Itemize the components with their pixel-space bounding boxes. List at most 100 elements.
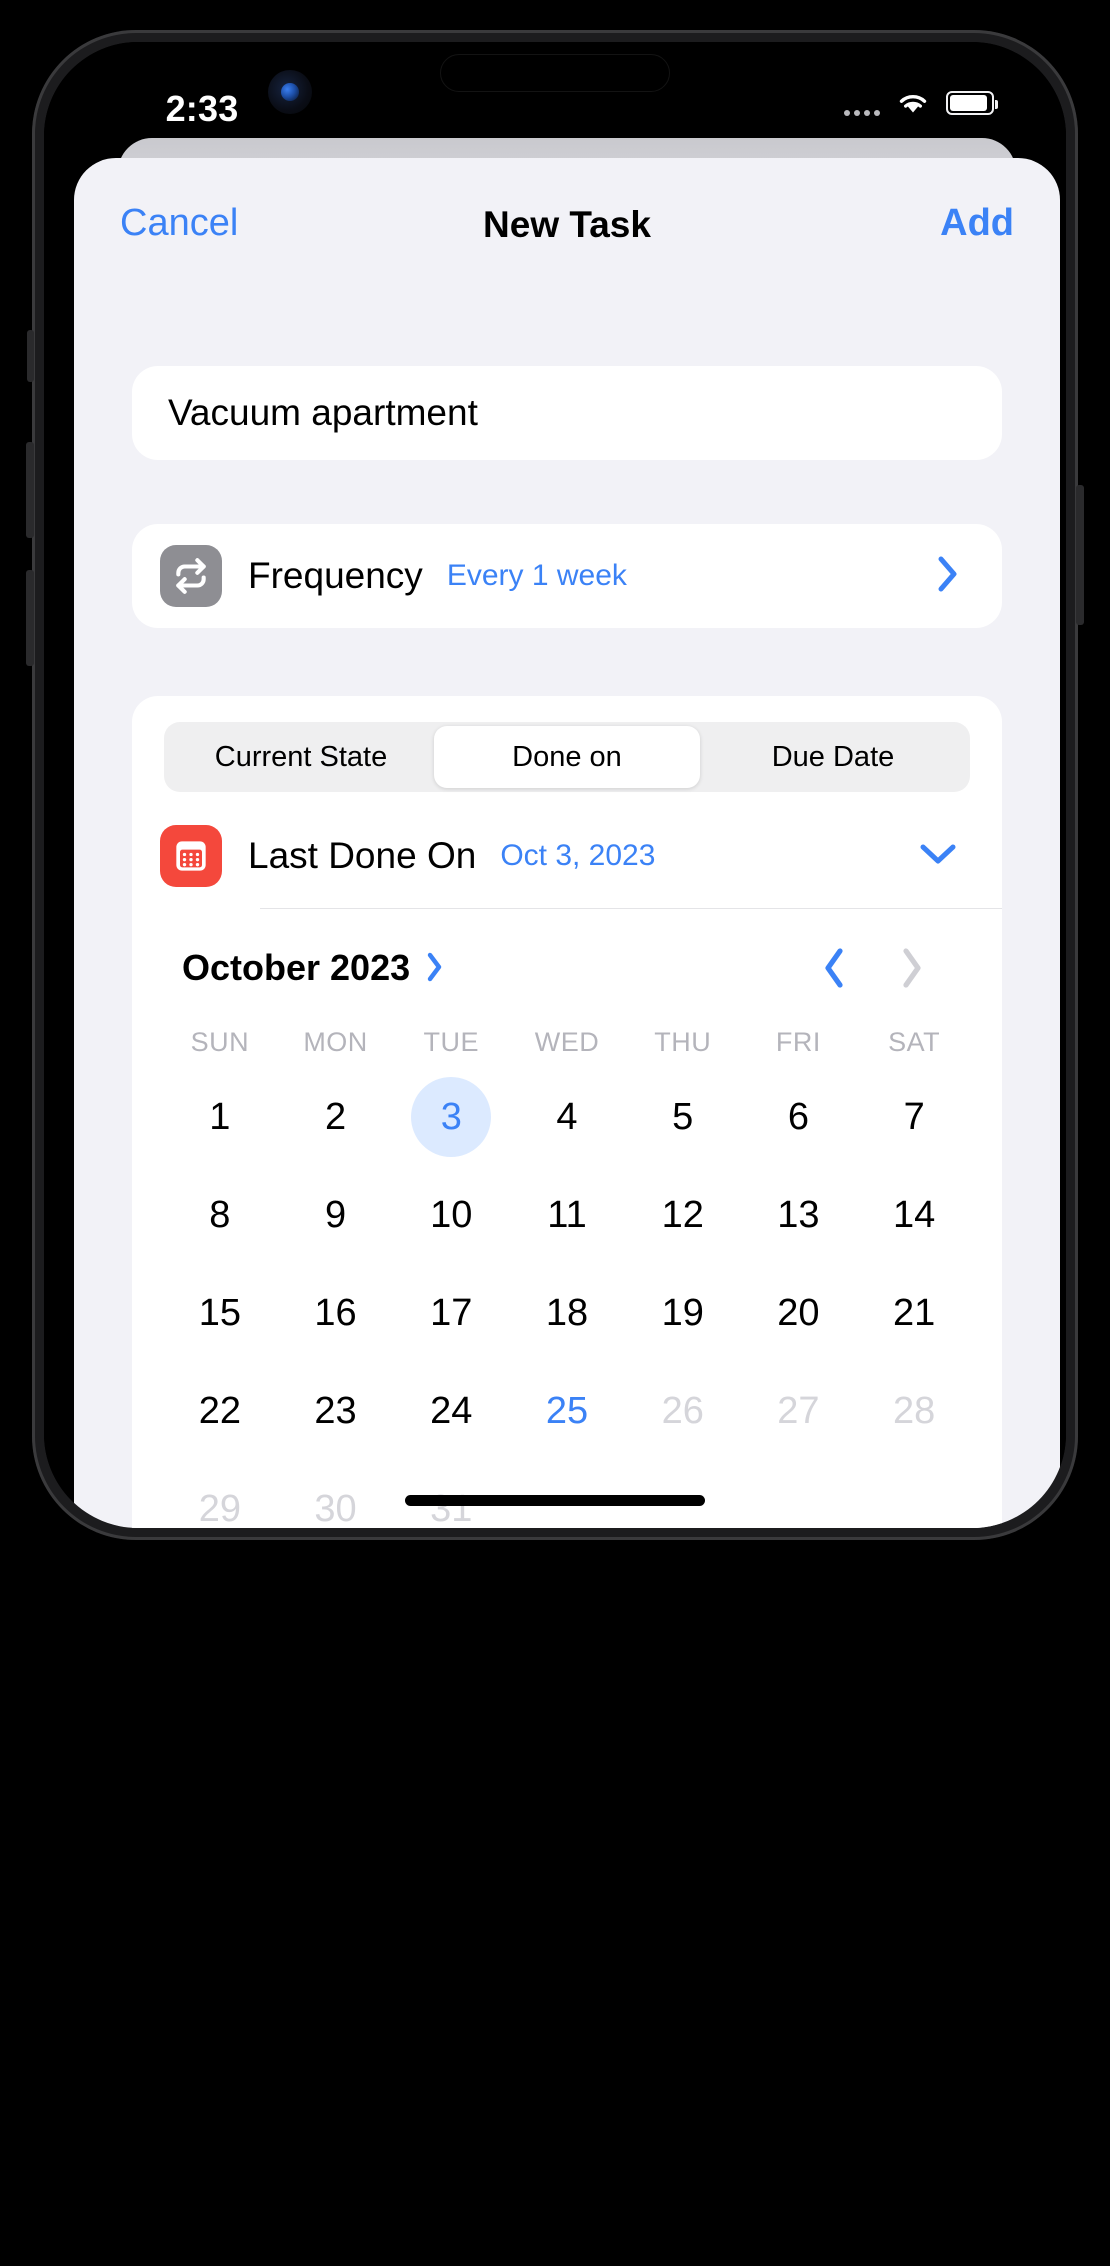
calendar-day-cell[interactable]: 26 [625,1362,741,1460]
calendar-day-cell[interactable]: 17 [393,1264,509,1362]
month-year-label: October 2023 [182,947,411,988]
calendar-day-25[interactable]: 25 [527,1371,607,1451]
weekday-tue: TUE [423,1027,480,1057]
calendar-day-19[interactable]: 19 [643,1273,723,1353]
calendar-day-7[interactable]: 7 [874,1077,954,1157]
calendar-day-3[interactable]: 3 [411,1077,492,1157]
segment-due-date[interactable]: Due Date [700,726,966,788]
segment-done-on[interactable]: Done on [434,726,700,788]
phone-screen: 2:33 Cancel New Task Add Vacuum apartmen… [44,42,1066,1528]
calendar-day-cell[interactable]: 16 [278,1264,394,1362]
calendar-day-8[interactable]: 8 [180,1175,260,1255]
calendar-day-10[interactable]: 10 [411,1175,491,1255]
calendar-day-cell [509,1460,625,1528]
month-year-button[interactable]: October 2023 [182,947,444,989]
calendar-day-cell[interactable]: 21 [856,1264,972,1362]
calendar-day-12[interactable]: 12 [643,1175,723,1255]
front-camera-icon [268,70,312,114]
calendar-day-cell[interactable]: 27 [741,1362,857,1460]
calendar-day-cell[interactable]: 9 [278,1166,394,1264]
calendar-day-cell[interactable]: 7 [856,1068,972,1166]
calendar-day-24[interactable]: 24 [411,1371,491,1451]
calendar-day-cell[interactable]: 11 [509,1166,625,1264]
silent-switch[interactable] [27,330,34,382]
calendar-day-4[interactable]: 4 [527,1077,607,1157]
frequency-row[interactable]: Frequency Every 1 week [132,524,1002,628]
calendar-day-29: 29 [198,1487,241,1529]
status-time: 2:33 [165,88,239,129]
battery-fill [950,95,987,111]
calendar-day-cell[interactable]: 14 [856,1166,972,1264]
calendar-day-cell[interactable]: 2 [278,1068,394,1166]
calendar-day-14[interactable]: 14 [874,1175,954,1255]
calendar-day-cell[interactable]: 15 [162,1264,278,1362]
calendar-day-cell[interactable]: 22 [162,1362,278,1460]
calendar-day-cell[interactable]: 10 [393,1166,509,1264]
weekday-thu: THU [654,1027,712,1057]
status-icons [844,90,998,116]
calendar-day-cell[interactable]: 29 [162,1460,278,1529]
calendar-day-20[interactable]: 20 [758,1273,838,1353]
calendar-day-16[interactable]: 16 [296,1273,376,1353]
calendar-day-30: 30 [314,1487,357,1529]
calendar-day-23[interactable]: 23 [296,1371,376,1451]
power-button[interactable] [1076,485,1084,625]
calendar-day-11[interactable]: 11 [527,1175,607,1255]
calendar-day-5[interactable]: 5 [643,1077,723,1157]
calendar-day-13[interactable]: 13 [758,1175,838,1255]
calendar-day-21[interactable]: 21 [874,1273,954,1353]
last-done-value: Oct 3, 2023 [500,839,656,872]
previous-month-button[interactable] [820,945,848,991]
calendar-day-2[interactable]: 2 [296,1077,376,1157]
weekday-mon: MON [303,1027,368,1057]
calendar-day-cell[interactable]: 5 [625,1068,741,1166]
calendar-day-cell[interactable]: 1 [162,1068,278,1166]
task-title-input[interactable] [132,392,1002,434]
calendar-week-row: 29 30 31 [162,1460,972,1529]
phone-bezel: 2:33 Cancel New Task Add Vacuum apartmen… [44,42,1066,1528]
calendar-day-cell[interactable]: 25 [509,1362,625,1460]
calendar-day-6[interactable]: 6 [758,1077,838,1157]
calendar-day-cell[interactable]: 20 [741,1264,857,1362]
segment-current-state[interactable]: Current State [168,726,434,788]
chevron-down-icon[interactable] [916,840,960,873]
calendar-day-empty [758,1469,838,1528]
calendar-day-cell[interactable]: 3 [393,1068,509,1166]
calendar-day-cell[interactable]: 8 [162,1166,278,1264]
frequency-label: Frequency [248,555,423,596]
calendar-day-cell[interactable]: 31 [393,1460,509,1529]
calendar-week-row: 1234567 [162,1068,972,1166]
calendar-day-empty [874,1469,954,1528]
repeat-icon [160,545,222,607]
next-month-button [898,945,926,991]
calendar-day-cell[interactable]: 23 [278,1362,394,1460]
volume-down-button[interactable] [26,570,34,666]
calendar-day-15[interactable]: 15 [180,1273,260,1353]
calendar-day-1[interactable]: 1 [180,1077,260,1157]
dynamic-island [440,54,670,92]
weekday-wed: WED [534,1027,600,1057]
calendar-day-cell [625,1460,741,1528]
home-indicator[interactable] [405,1495,705,1506]
calendar-week-row: 15 16 17 18 19 20 21 [162,1264,972,1362]
date-mode-segmented-control[interactable]: Current State Done on Due Date [164,722,970,792]
calendar-day-17[interactable]: 17 [411,1273,491,1353]
calendar-day-22[interactable]: 22 [180,1371,260,1451]
calendar-day-cell[interactable]: 13 [741,1166,857,1264]
calendar-day-9[interactable]: 9 [296,1175,376,1255]
calendar-day-cell[interactable]: 19 [625,1264,741,1362]
volume-up-button[interactable] [26,442,34,538]
calendar-day-cell[interactable]: 30 [278,1460,394,1529]
page-title: New Task [483,204,651,245]
calendar-day-cell[interactable]: 12 [625,1166,741,1264]
calendar-day-cell[interactable]: 28 [856,1362,972,1460]
calendar-day-cell[interactable]: 6 [741,1068,857,1166]
calendar-day-cell[interactable]: 24 [393,1362,509,1460]
add-button[interactable]: Add [940,202,1014,245]
calendar-day-cell[interactable]: 18 [509,1264,625,1362]
calendar-week-row: 22 23 24 25 26 27 28 [162,1362,972,1460]
calendar-day-18[interactable]: 18 [527,1273,607,1353]
last-done-on-row[interactable]: Last Done On Oct 3, 2023 [132,804,1002,908]
calendar-day-cell[interactable]: 4 [509,1068,625,1166]
phone-frame: 2:33 Cancel New Task Add Vacuum apartmen… [26,30,1084,1540]
